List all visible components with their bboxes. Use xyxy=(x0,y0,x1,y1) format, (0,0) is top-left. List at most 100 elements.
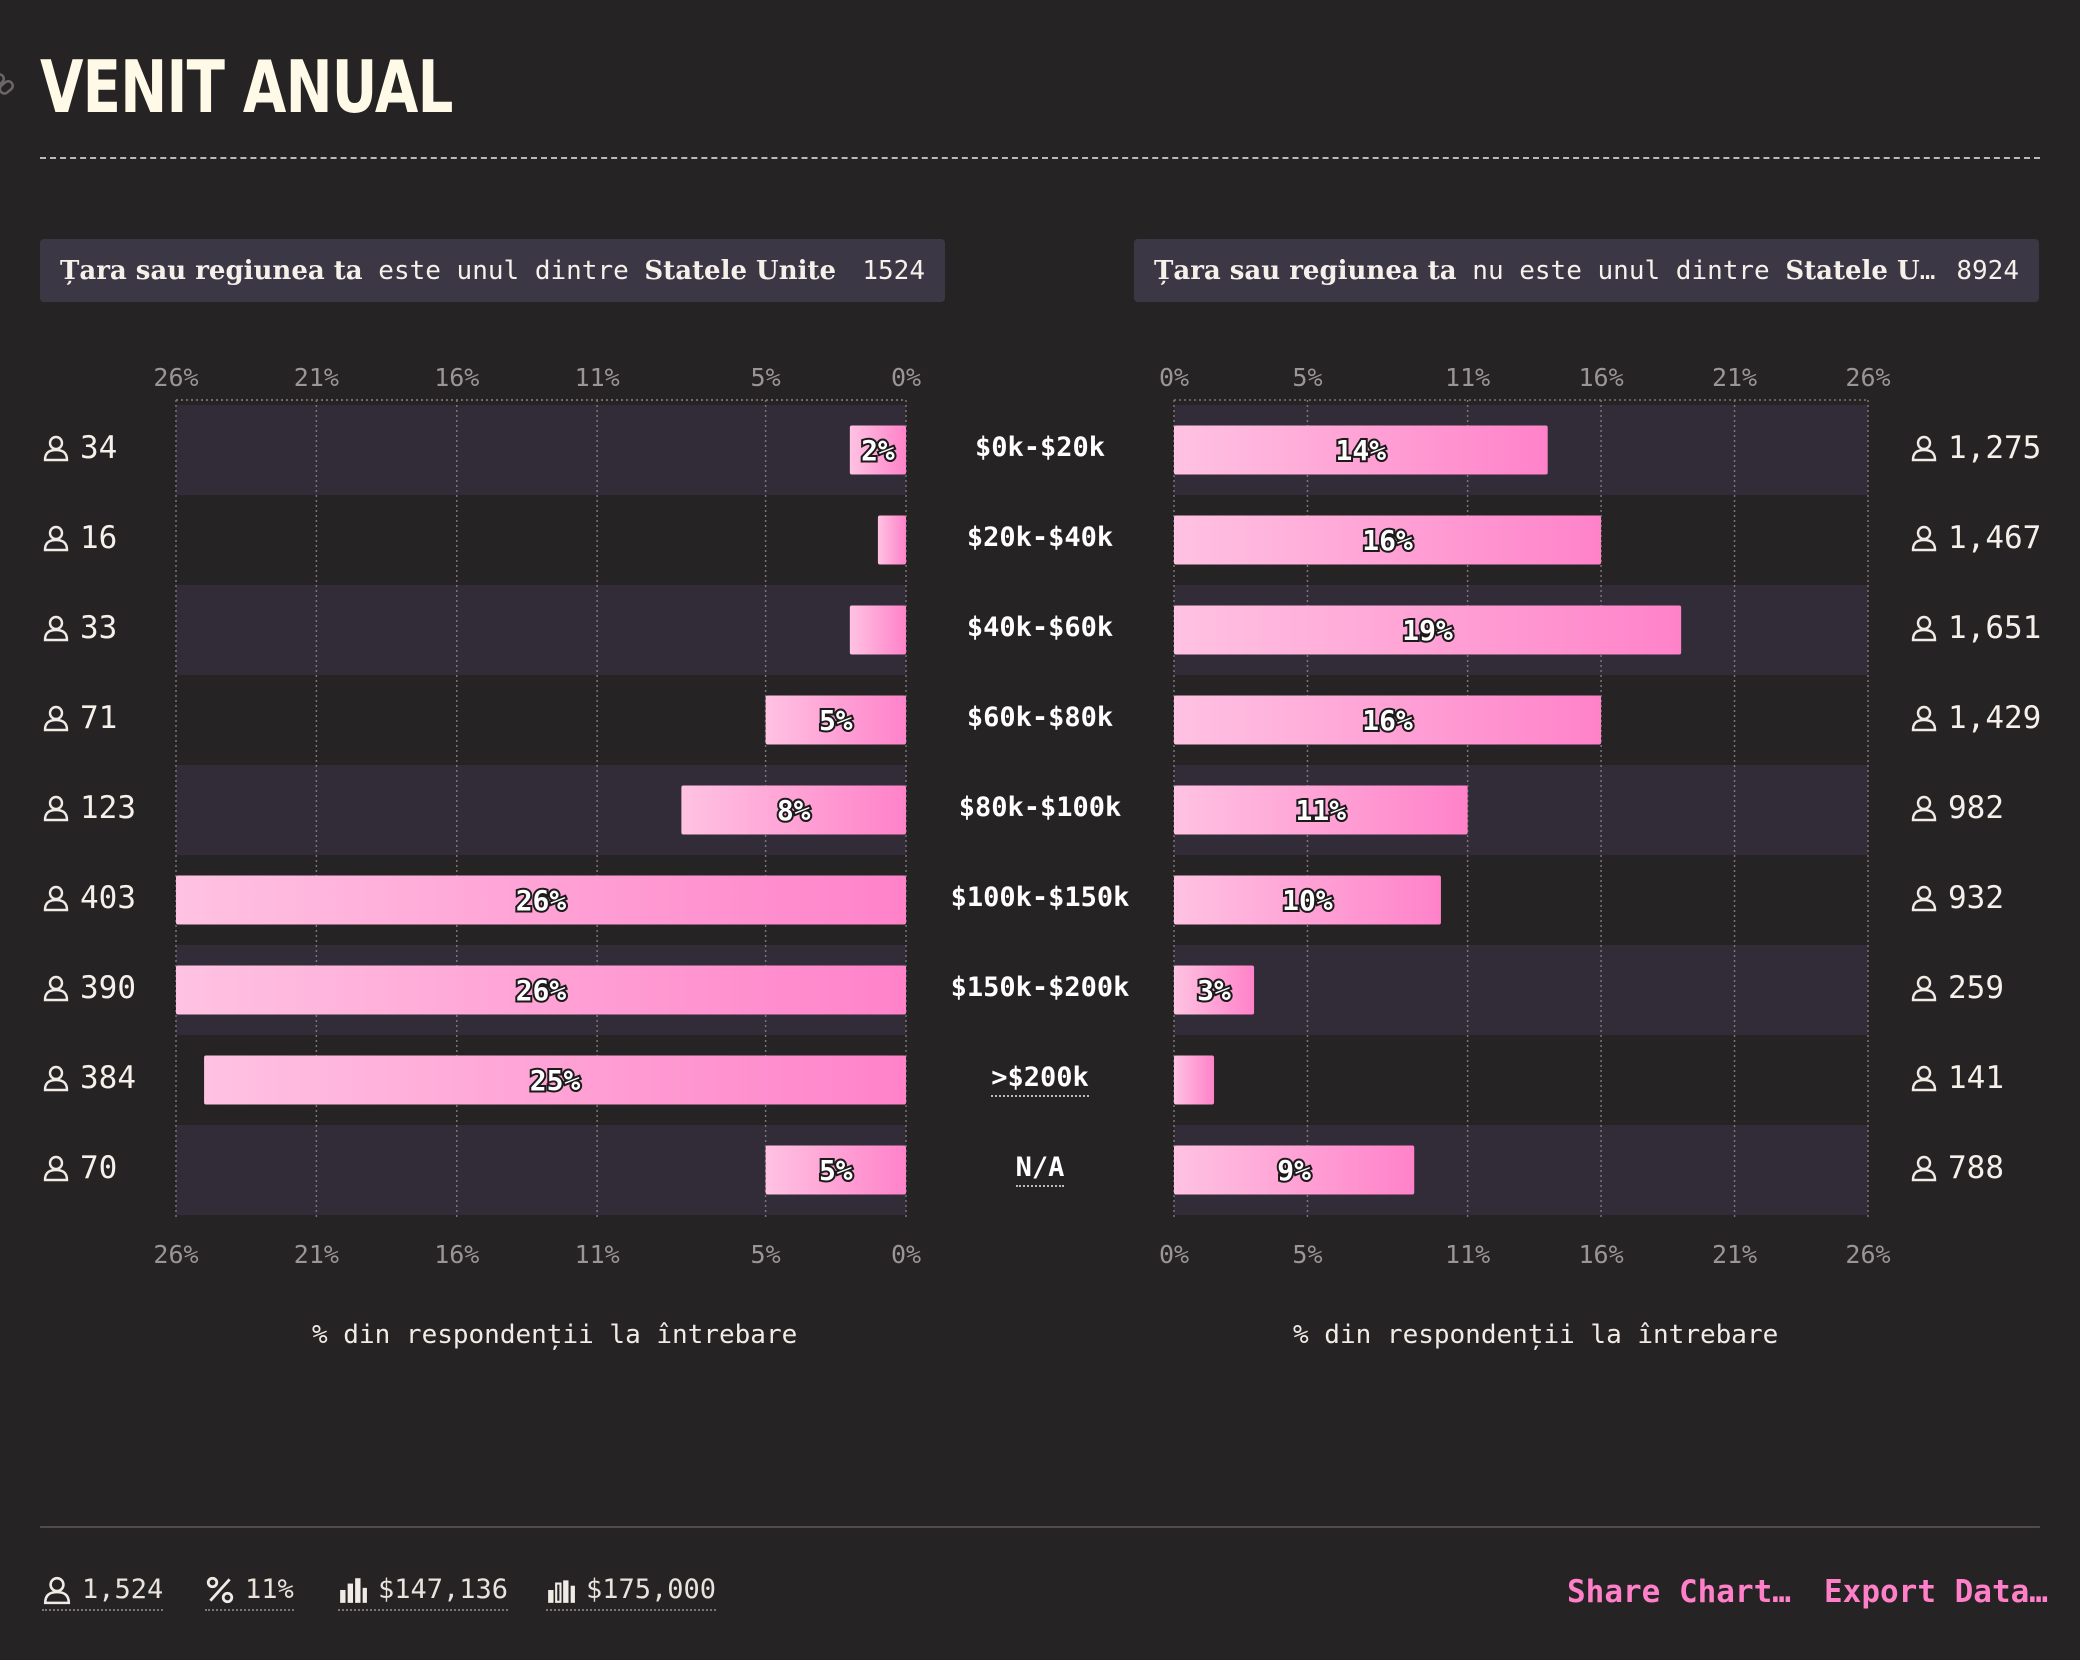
right-respondent-count: 1,651 xyxy=(1910,610,2041,646)
user-icon xyxy=(43,525,69,552)
bar-value-label: 16% xyxy=(1362,524,1413,557)
left-bottom-tick-label: 0% xyxy=(890,1240,922,1269)
category-label: $60k-$80k xyxy=(966,702,1114,733)
bar-value-label: 19% xyxy=(1402,614,1453,647)
category-label: $100k-$150k xyxy=(950,882,1130,913)
bar-value-label: 9% xyxy=(1277,1154,1311,1187)
bar-value-label: 8% xyxy=(777,794,811,827)
stat-median[interactable]: $175,000 xyxy=(546,1574,717,1611)
bar-value-label: 26% xyxy=(516,884,567,917)
category-label: $80k-$100k xyxy=(958,792,1122,823)
user-icon xyxy=(1911,975,1937,1002)
left-top-tick-label: 21% xyxy=(293,363,339,392)
bar-value-label: 5% xyxy=(819,704,853,737)
right-top-tick-label: 21% xyxy=(1711,363,1758,392)
user-icon xyxy=(1911,1155,1937,1182)
bar-value-label: 16% xyxy=(1362,704,1413,737)
bar-value-label: 5% xyxy=(819,1154,853,1187)
right-top-tick-label: 16% xyxy=(1578,363,1624,392)
percent-icon xyxy=(206,1576,234,1603)
user-icon xyxy=(43,1155,69,1182)
right-bottom-tick-label: 26% xyxy=(1845,1240,1891,1269)
category-label: $0k-$20k xyxy=(974,432,1106,463)
right-bottom-tick-label: 0% xyxy=(1158,1240,1190,1269)
median-bar-icon xyxy=(548,1579,575,1603)
stat-respondents[interactable]: 1,524 xyxy=(42,1574,164,1611)
right-respondent-count: 788 xyxy=(1910,1150,2004,1186)
user-icon xyxy=(1911,795,1937,822)
category-label[interactable]: N/A xyxy=(920,1152,1160,1187)
bar[interactable] xyxy=(1174,1055,1215,1105)
share-chart-button[interactable]: Share Chart… xyxy=(1567,1574,1791,1610)
right-respondent-count: 1,429 xyxy=(1910,700,2041,736)
left-respondent-count: 16 xyxy=(42,520,117,556)
bar-chart-icon xyxy=(340,1577,367,1603)
right-axis-title: % din respondenții la întrebare xyxy=(1293,1320,1779,1350)
bar-value-label: 14% xyxy=(1336,434,1387,467)
left-respondent-count: 123 xyxy=(42,790,136,826)
right-respondent-count: 1,275 xyxy=(1910,430,2041,466)
right-respondent-count: 1,467 xyxy=(1910,520,2041,556)
left-top-tick-label: 11% xyxy=(574,363,620,392)
left-bottom-tick-label: 16% xyxy=(434,1240,480,1269)
income-butterfly-chart: 2% 14% 16% 19% 5% 16% 8% 11% 26% 10% 26% 3% 25% 5% 9% xyxy=(175,399,1869,1220)
left-top-tick-label: 16% xyxy=(434,363,480,392)
left-respondent-count: 71 xyxy=(42,700,117,736)
left-top-tick-label: 26% xyxy=(153,363,199,392)
bar-value-label: 25% xyxy=(530,1064,581,1097)
right-bottom-tick-label: 5% xyxy=(1292,1240,1323,1269)
bar[interactable] xyxy=(849,605,906,655)
bar-value-label: 10% xyxy=(1282,884,1333,917)
right-top-tick-label: 5% xyxy=(1292,363,1323,392)
bar-value-label: 2% xyxy=(861,434,895,467)
row-band xyxy=(1174,945,1868,1035)
category-label: $40k-$60k xyxy=(966,612,1114,643)
user-icon xyxy=(1911,435,1937,462)
stat-mean-value: $147,136 xyxy=(378,1574,509,1605)
user-icon xyxy=(43,975,69,1002)
export-data-button[interactable]: Export Data… xyxy=(1824,1574,2048,1610)
stat-mean[interactable]: $147,136 xyxy=(338,1574,509,1611)
row-band xyxy=(176,585,906,675)
left-respondent-count: 384 xyxy=(42,1060,136,1096)
stat-percent-value: 11% xyxy=(245,1574,294,1605)
row-band xyxy=(176,405,906,495)
right-respondent-count: 982 xyxy=(1910,790,2004,826)
user-icon xyxy=(43,1576,71,1604)
stat-median-value: $175,000 xyxy=(586,1574,717,1605)
left-respondent-count: 70 xyxy=(42,1150,117,1186)
user-icon xyxy=(1911,705,1937,732)
category-label: $20k-$40k xyxy=(966,522,1114,553)
left-top-tick-label: 5% xyxy=(750,363,781,392)
user-icon xyxy=(43,705,69,732)
left-top-tick-label: 0% xyxy=(890,363,922,392)
bar[interactable] xyxy=(877,515,906,565)
right-top-tick-label: 26% xyxy=(1845,363,1891,392)
right-bottom-tick-label: 16% xyxy=(1578,1240,1624,1269)
right-respondent-count: 259 xyxy=(1910,970,2004,1006)
category-label: $150k-$200k xyxy=(950,972,1130,1003)
bar-value-label: 26% xyxy=(516,974,567,1007)
category-label[interactable]: >$200k xyxy=(920,1062,1160,1097)
left-bottom-tick-label: 11% xyxy=(574,1240,620,1269)
stat-percent[interactable]: 11% xyxy=(205,1574,294,1611)
left-respondent-count: 33 xyxy=(42,610,117,646)
left-bottom-tick-label: 21% xyxy=(293,1240,339,1269)
right-top-tick-label: 0% xyxy=(1158,363,1190,392)
left-bottom-tick-label: 5% xyxy=(750,1240,781,1269)
user-icon xyxy=(1911,525,1937,552)
right-top-tick-label: 11% xyxy=(1445,363,1491,392)
right-respondent-count: 141 xyxy=(1910,1060,2004,1096)
bar-value-label: 3% xyxy=(1197,974,1231,1007)
user-icon xyxy=(43,1065,69,1092)
user-icon xyxy=(1911,885,1937,912)
right-bottom-tick-label: 21% xyxy=(1711,1240,1758,1269)
stat-respondents-value: 1,524 xyxy=(82,1574,164,1605)
right-bottom-tick-label: 11% xyxy=(1445,1240,1491,1269)
user-icon xyxy=(43,615,69,642)
left-respondent-count: 34 xyxy=(42,430,117,466)
left-axis-title: % din respondenții la întrebare xyxy=(312,1320,798,1350)
left-respondent-count: 390 xyxy=(42,970,136,1006)
user-icon xyxy=(43,885,69,912)
left-bottom-tick-label: 26% xyxy=(153,1240,199,1269)
